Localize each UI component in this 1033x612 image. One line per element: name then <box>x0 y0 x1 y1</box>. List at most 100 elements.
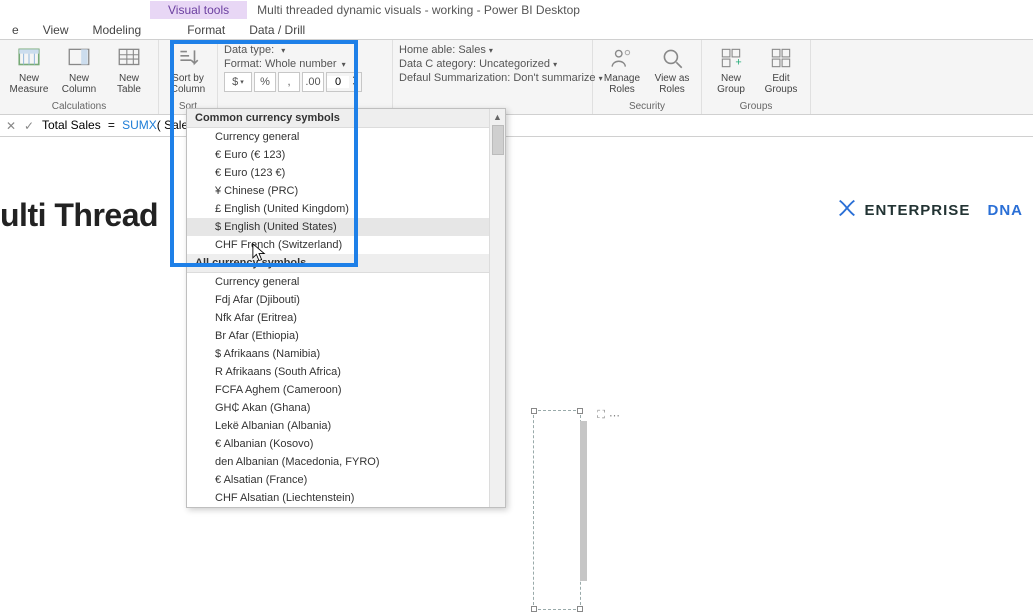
currency-option[interactable]: Lekë Albanian (Albania) <box>187 417 505 435</box>
scroll-thumb[interactable] <box>492 125 504 155</box>
tab-format[interactable]: Format <box>175 21 237 39</box>
data-category-row[interactable]: Data C ategory: Uncategorized ▾ <box>399 58 586 70</box>
currency-option[interactable]: FCFA Aghem (Cameroon) <box>187 381 505 399</box>
new-table-button[interactable]: New Table <box>106 44 152 95</box>
selected-visual-placeholder[interactable]: ⛶⋯ <box>533 410 581 610</box>
measure-name: Total Sales <box>42 118 101 132</box>
spin-down[interactable]: ▼ <box>349 82 361 91</box>
report-canvas[interactable]: ulti Thread ENTERPRISE DNA ⛶⋯ <box>0 137 1033 572</box>
roles-icon <box>608 44 636 72</box>
currency-option[interactable]: € Alsatian (France) <box>187 471 505 489</box>
sort-by-column-button[interactable]: Sort by Column <box>165 44 211 95</box>
tab-modeling[interactable]: Modeling <box>80 21 153 39</box>
currency-option[interactable]: Currency general <box>187 273 505 291</box>
currency-format-button[interactable]: $▾ <box>224 72 252 92</box>
currency-option[interactable]: £ English (United Kingdom) <box>187 200 505 218</box>
logo-accent: DNA <box>988 202 1024 219</box>
currency-option[interactable]: CHF French (Switzerland) <box>187 236 505 254</box>
currency-dropdown[interactable]: ▲ Common currency symbolsCurrency genera… <box>186 108 506 508</box>
percent-format-button[interactable]: % <box>254 72 276 92</box>
cancel-icon[interactable]: ✕ <box>6 119 20 133</box>
visual-toolbar[interactable]: ⛶⋯ <box>597 409 620 422</box>
focus-icon[interactable]: ⛶ <box>597 409 605 422</box>
chevron-down-icon: ▾ <box>240 78 244 86</box>
decimal-places-spinner[interactable]: ▲▼ <box>326 72 362 92</box>
resize-handle[interactable] <box>577 606 583 612</box>
currency-option[interactable]: ¥ Chinese (PRC) <box>187 182 505 200</box>
decimal-places-input[interactable] <box>327 76 349 88</box>
decimal-format-button[interactable]: .00 <box>302 72 324 92</box>
label: New Table <box>106 73 152 95</box>
currency-option[interactable]: € Euro (123 €) <box>187 164 505 182</box>
new-group-icon: + <box>717 44 745 72</box>
data-type-row[interactable]: Data type: ▾ <box>224 44 386 56</box>
resize-handle[interactable] <box>531 408 537 414</box>
window-title: Multi threaded dynamic visuals - working… <box>257 3 580 17</box>
chevron-down-icon: ▾ <box>553 60 557 69</box>
group-label: Calculations <box>52 99 106 114</box>
ribbon-group-calculations: New Measure New Column New Table Calcula… <box>0 40 159 114</box>
group-label: Security <box>629 99 665 114</box>
formula-text[interactable]: Total Sales = SUMX( Sales <box>42 118 194 133</box>
currency-option[interactable]: € Euro (€ 123) <box>187 146 505 164</box>
tab-home-fragment[interactable]: e <box>0 21 31 39</box>
currency-option[interactable]: CHF Alsatian (Liechtenstein) <box>187 489 505 507</box>
value: ategory: Uncategorized <box>436 58 550 70</box>
tab-data-drill[interactable]: Data / Drill <box>237 21 317 39</box>
currency-option[interactable]: $ Afrikaans (Namibia) <box>187 345 505 363</box>
label: $ <box>232 76 238 88</box>
data-type-label: Data type: <box>224 44 274 56</box>
currency-option[interactable]: Br Afar (Ethiopia) <box>187 327 505 345</box>
spin-up[interactable]: ▲ <box>349 73 361 82</box>
currency-option[interactable]: Fdj Afar (Djibouti) <box>187 291 505 309</box>
ribbon-group-formatting: Data type: ▾ Format: Whole number ▾ $▾ %… <box>218 40 393 114</box>
label: Edit Groups <box>758 73 804 95</box>
formula-bar[interactable]: ✕ ✓ Total Sales = SUMX( Sales <box>0 115 1033 137</box>
label: New Group <box>708 73 754 95</box>
currency-option[interactable]: GH₵ Akan (Ghana) <box>187 399 505 417</box>
dropdown-scrollbar[interactable]: ▲ <box>489 109 505 507</box>
resize-handle[interactable] <box>531 606 537 612</box>
ribbon: New Measure New Column New Table Calcula… <box>0 40 1033 115</box>
thousands-format-button[interactable]: , <box>278 72 300 92</box>
home-table-row[interactable]: Home able: Sales ▾ <box>399 44 586 56</box>
label: Sort by Column <box>165 73 211 95</box>
ribbon-group-properties: Home able: Sales ▾ Data C ategory: Uncat… <box>393 40 593 114</box>
new-column-button[interactable]: New Column <box>56 44 102 95</box>
value: able: Sales <box>431 44 485 56</box>
currency-option[interactable]: den Albanian (Macedonia, FYRO) <box>187 453 505 471</box>
sort-icon <box>174 44 202 72</box>
format-row[interactable]: Format: Whole number ▾ <box>224 58 386 70</box>
currency-option[interactable]: R Afrikaans (South Africa) <box>187 363 505 381</box>
chevron-down-icon: ▾ <box>489 46 493 55</box>
format-label: Format: <box>224 58 262 70</box>
currency-option[interactable]: Nfk Afar (Eritrea) <box>187 309 505 327</box>
default-summarization-row[interactable]: Defaul Summarization: Don't summarize ▾ <box>399 72 586 84</box>
resize-handle[interactable] <box>577 408 583 414</box>
currency-option[interactable]: Currency general <box>187 128 505 146</box>
scroll-up-arrow[interactable]: ▲ <box>490 109 505 125</box>
scroll-thumb[interactable] <box>580 421 587 581</box>
ribbon-group-groups: + New Group Edit Groups Groups <box>702 40 811 114</box>
new-measure-button[interactable]: New Measure <box>6 44 52 95</box>
ribbon-group-security: Manage Roles View as Roles Security <box>593 40 702 114</box>
edit-groups-button[interactable]: Edit Groups <box>758 44 804 95</box>
measure-icon <box>15 44 43 72</box>
label: New Column <box>56 73 102 95</box>
ribbon-group-sort: Sort by Column Sort <box>159 40 218 114</box>
titlebar: Visual tools Multi threaded dynamic visu… <box>0 0 1033 20</box>
tab-view[interactable]: View <box>31 21 81 39</box>
label: Home <box>399 44 428 56</box>
new-group-button[interactable]: + New Group <box>708 44 754 95</box>
page-title: ulti Thread <box>0 197 158 234</box>
currency-option[interactable]: $ English (United States) <box>187 218 505 236</box>
group-label: Groups <box>740 99 773 114</box>
more-icon[interactable]: ⋯ <box>609 409 620 422</box>
accept-icon[interactable]: ✓ <box>24 119 38 133</box>
dropdown-header-common: Common currency symbols <box>187 109 505 128</box>
manage-roles-button[interactable]: Manage Roles <box>599 44 645 95</box>
visual-tools-tab[interactable]: Visual tools <box>150 1 247 19</box>
view-as-roles-button[interactable]: View as Roles <box>649 44 695 95</box>
chevron-down-icon: ▾ <box>281 46 285 55</box>
currency-option[interactable]: € Albanian (Kosovo) <box>187 435 505 453</box>
